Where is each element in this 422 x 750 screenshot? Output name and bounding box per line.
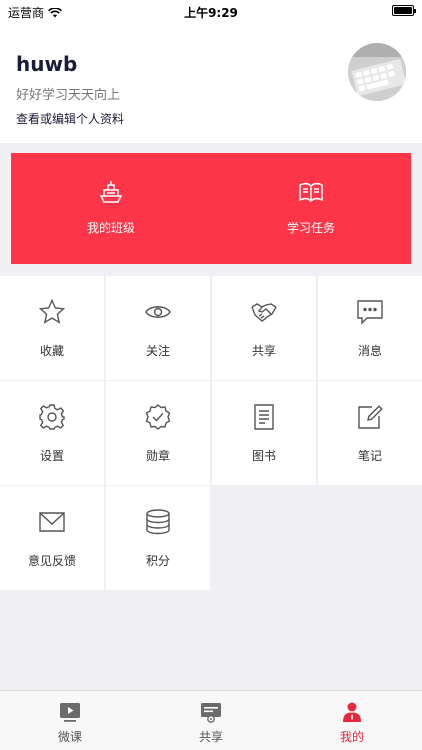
grid-item-points[interactable]: 积分 [106,486,210,590]
grid-item-share[interactable]: 共享 [212,276,316,380]
tab-bar: 微课 共享 我的 [0,690,422,750]
tab-share[interactable]: 共享 [141,691,281,750]
grid-item-favorites[interactable]: 收藏 [0,276,104,380]
profile-header[interactable]: huwb 好好学习天天向上 查看或编辑个人资料 [0,22,422,143]
grid-item-notes[interactable]: 笔记 [318,381,422,485]
status-bar: 运营商 上午9:29 [0,0,422,22]
study-task-button[interactable]: 学习任务 [211,153,411,264]
class-task-banner: 我的班级 学习任务 [11,153,411,264]
grid-item-badges[interactable]: 勋章 [106,381,210,485]
favorites-label: 收藏 [39,344,64,358]
books-label: 图书 [251,449,276,463]
tab-mine-label: 我的 [339,730,364,744]
grid-item-messages[interactable]: 消息 [318,276,422,380]
tab-micro-lessons-label: 微课 [57,730,82,744]
battery-icon [392,5,416,16]
coins-icon [146,509,170,535]
feedback-label: 意见反馈 [27,554,76,568]
my-class-button[interactable]: 我的班级 [11,153,211,264]
share-box-icon [201,703,221,723]
note-edit-icon [358,405,383,429]
eye-icon [145,306,171,318]
grid-item-follow[interactable]: 关注 [106,276,210,380]
envelope-icon [39,512,65,532]
my-class-label: 我的班级 [86,221,135,235]
tab-micro-lessons[interactable]: 微课 [0,691,140,750]
badge-icon [145,404,171,430]
settings-label: 设置 [39,449,64,463]
username: huwb [16,52,78,76]
grid-item-settings[interactable]: 设置 [0,381,104,485]
document-icon [254,404,274,430]
ship-icon [99,181,123,203]
points-label: 积分 [145,554,170,568]
clock: 上午9:29 [184,6,238,20]
notes-label: 笔记 [357,449,382,463]
handshake-icon [251,303,277,322]
study-task-label: 学习任务 [286,221,335,235]
tab-mine[interactable]: 我的 [282,691,422,750]
grid-item-feedback[interactable]: 意见反馈 [0,486,104,590]
messages-label: 消息 [357,344,382,358]
video-icon [60,703,80,722]
follow-label: 关注 [145,344,170,358]
share-label: 共享 [251,344,276,358]
function-grid: 收藏 关注 共享 消息 设置 勋章 图书 笔记 意见反馈 积分 [0,276,422,590]
avatar[interactable] [348,43,406,101]
gear-icon [39,404,65,430]
grid-item-books[interactable]: 图书 [212,381,316,485]
tab-share-label: 共享 [198,730,223,744]
message-icon [357,300,383,325]
star-icon [38,298,66,324]
open-book-icon [299,182,323,203]
badges-label: 勋章 [145,449,170,463]
person-icon [343,702,361,722]
user-motto: 好好学习天天向上 [16,88,121,103]
edit-profile-link[interactable]: 查看或编辑个人资料 [16,110,124,127]
